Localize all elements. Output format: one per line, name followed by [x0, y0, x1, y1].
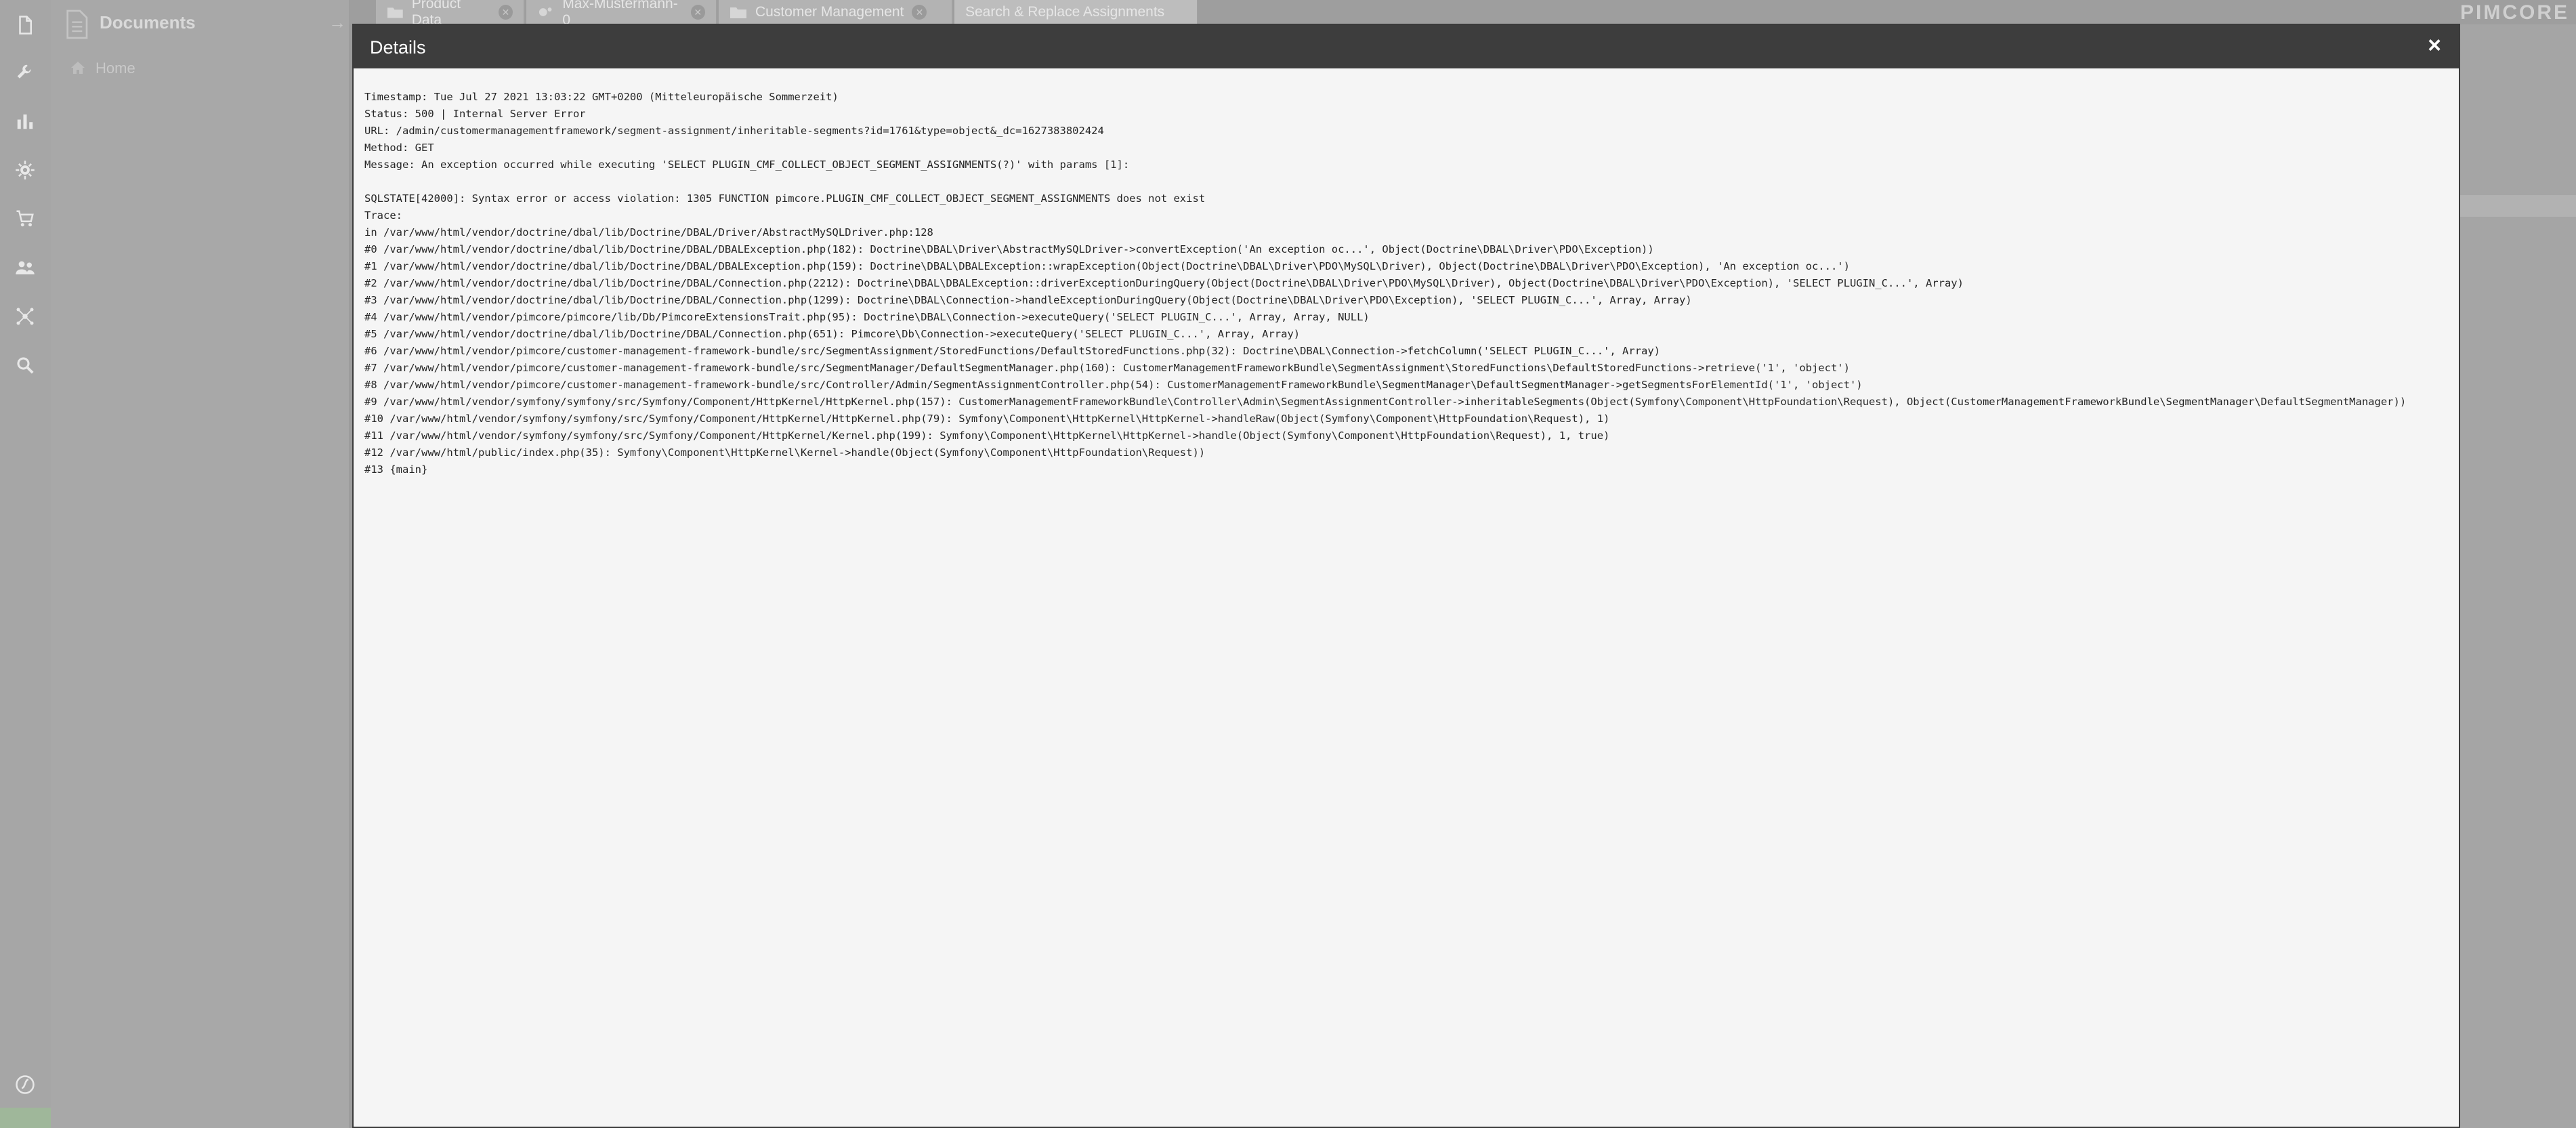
tab-search-replace[interactable]: Search & Replace Assignments	[954, 0, 1198, 24]
document-icon[interactable]	[9, 9, 41, 41]
tab-max-mustermann[interactable]: Max-Mustermann-0 ✕	[526, 0, 717, 28]
error-line: Status: 500 | Internal Server Error	[364, 108, 586, 120]
error-line: #0 /var/www/html/vendor/doctrine/dbal/li…	[364, 243, 1654, 255]
folder-icon	[730, 7, 746, 18]
error-details-text: Timestamp: Tue Jul 27 2021 13:03:22 GMT+…	[364, 89, 2448, 478]
error-line: #12 /var/www/html/public/index.php(35): …	[364, 446, 1206, 459]
close-icon[interactable]: ✕	[912, 5, 927, 20]
error-line: #6 /var/www/html/vendor/pimcore/customer…	[364, 345, 1661, 357]
home-icon	[71, 62, 85, 74]
tab-product-data[interactable]: Product Data ✕	[376, 0, 525, 28]
error-line: #3 /var/www/html/vendor/doctrine/dbal/li…	[364, 294, 1692, 306]
brand-logo: PIMCORE	[2459, 1, 2569, 24]
dialog-header: Details ×	[354, 25, 2459, 68]
collapse-arrow-icon[interactable]: →	[329, 12, 346, 33]
tab-bar: Product Data ✕ Max-Mustermann-0 ✕ Custom…	[349, 0, 2576, 28]
error-line: URL: /admin/customermanagementframework/…	[364, 125, 1104, 137]
documents-panel: Documents → Home	[51, 0, 349, 1128]
error-line: Timestamp: Tue Jul 27 2021 13:03:22 GMT+…	[364, 91, 839, 103]
details-dialog: Details × Timestamp: Tue Jul 27 2021 13:…	[352, 24, 2460, 1128]
error-line: Method: GET	[364, 142, 434, 154]
close-icon[interactable]: ✕	[499, 5, 513, 20]
error-line: #9 /var/www/html/vendor/symfony/symfony/…	[364, 396, 2407, 408]
error-line: #4 /var/www/html/vendor/pimcore/pimcore/…	[364, 311, 1370, 323]
error-line: #10 /var/www/html/vendor/symfony/symfony…	[364, 413, 1610, 425]
tab-customer-management[interactable]: Customer Management ✕	[719, 0, 953, 24]
error-line: #1 /var/www/html/vendor/doctrine/dbal/li…	[364, 260, 1850, 272]
close-icon[interactable]: ✕	[690, 5, 705, 20]
error-line	[364, 173, 2448, 190]
error-line: #11 /var/www/html/vendor/symfony/symfony…	[364, 430, 1610, 442]
symfony-icon[interactable]	[9, 1069, 41, 1100]
cart-icon[interactable]	[9, 203, 41, 234]
tab-label: Search & Replace Assignments	[965, 4, 1165, 20]
error-line: SQLSTATE[42000]: Syntax error or access …	[364, 192, 1206, 205]
tab-label: Customer Management	[755, 4, 904, 20]
close-icon[interactable]: ×	[2422, 33, 2447, 58]
tree-item-home[interactable]: Home	[96, 60, 135, 77]
error-line: #5 /var/www/html/vendor/doctrine/dbal/li…	[364, 328, 1301, 340]
chart-icon[interactable]	[9, 106, 41, 137]
main-nav-rail	[0, 0, 51, 1128]
search-icon[interactable]	[9, 350, 41, 381]
panel-title: Documents	[100, 12, 196, 33]
error-line: Trace:	[364, 209, 402, 222]
error-line: Message: An exception occurred while exe…	[364, 159, 1130, 171]
error-line: #8 /var/www/html/vendor/pimcore/customer…	[364, 379, 1863, 391]
error-line: in /var/www/html/vendor/doctrine/dbal/li…	[364, 226, 933, 238]
folder-icon	[387, 7, 403, 18]
error-line: #7 /var/www/html/vendor/pimcore/customer…	[364, 362, 1850, 374]
gear-icon[interactable]	[9, 154, 41, 186]
object-icon	[539, 7, 552, 16]
wrench-icon[interactable]	[9, 57, 41, 88]
users-icon[interactable]	[9, 252, 41, 283]
background-row	[2460, 195, 2576, 217]
network-icon[interactable]	[9, 301, 41, 332]
error-line: #13 {main}	[364, 463, 428, 476]
background-panel	[2460, 24, 2576, 1128]
status-bar	[0, 1108, 51, 1128]
document-icon	[66, 9, 88, 39]
error-line: #2 /var/www/html/vendor/doctrine/dbal/li…	[364, 277, 1964, 289]
dialog-title: Details	[370, 37, 426, 58]
